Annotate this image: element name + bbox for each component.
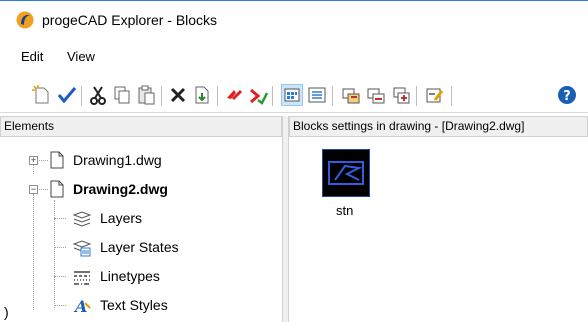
help-icon[interactable]: ? [556,84,578,106]
tree-item-label: Text Styles [100,297,168,313]
cut-icon[interactable] [87,84,109,106]
tree-line [54,276,66,277]
tree-item-drawing2[interactable]: Drawing2.dwg [73,177,168,201]
tree-item-label: Drawing1.dwg [73,152,162,168]
tree-item-label: Layer States [100,239,179,255]
corner-text: ) [4,304,9,320]
insert-icon[interactable] [191,84,213,106]
delete-icon[interactable] [167,84,189,106]
layer-states-icon [72,239,92,260]
title-bar: progeCAD Explorer - Blocks [0,0,588,38]
new-icon[interactable] [30,84,52,106]
copy-icon[interactable] [111,84,133,106]
window-title: progeCAD Explorer - Blocks [42,12,218,28]
svg-text:A: A [73,297,87,315]
tree-item-label: Linetypes [100,268,160,284]
block-export-icon[interactable] [390,84,412,106]
toolbar-separator [451,86,452,106]
elements-panel: Elements + Drawing1.dwg − Drawing2.dwg L… [0,116,283,322]
tree-item-linetypes[interactable]: Linetypes [100,264,160,288]
expand-toggle[interactable]: + [29,156,38,165]
tree-item-label: Layers [100,210,143,226]
undo-icon[interactable] [223,84,245,106]
tree-line [54,200,55,308]
document-icon [50,151,64,172]
document-icon [50,180,64,201]
menu-view[interactable]: View [67,50,95,64]
progecad-logo-icon [16,11,34,29]
blocks-panel: Blocks settings in drawing - [Drawing2.d… [289,116,588,322]
purge-icon[interactable] [247,84,269,106]
block-thumbnail[interactable] [322,149,370,197]
block-props-icon[interactable] [340,84,362,106]
linetypes-icon [72,268,92,289]
tree-line [54,218,66,219]
block-name-label: stn [336,203,354,218]
wblock-icon[interactable] [423,84,445,106]
tree-line [39,160,48,161]
toolbar-separator [332,86,333,106]
tree-item-layers[interactable]: Layers [100,206,142,230]
svg-text:?: ? [563,89,571,104]
toolbar-separator [217,86,218,106]
blocks-header: Blocks settings in drawing - [Drawing2.d… [289,116,588,137]
tree-line [54,305,66,306]
collapse-toggle[interactable]: − [29,185,38,194]
paste-icon[interactable] [135,84,157,106]
tree-item-label: Drawing2.dwg [73,181,168,197]
toolbar-separator [272,86,273,106]
list-view-icon[interactable] [306,84,328,106]
block-attr-icon[interactable] [365,84,387,106]
toolbar-separator [81,86,82,106]
check-icon[interactable] [56,84,78,106]
layers-icon [72,210,92,231]
toolbar: ? [0,76,588,113]
tree-item-layer-states[interactable]: Layer States [100,235,179,259]
toolbar-separator [161,86,162,106]
menu-edit[interactable]: Edit [21,50,43,64]
tree-item-drawing1[interactable]: Drawing1.dwg [73,148,162,172]
tree-line [54,247,66,248]
tree-item-text-styles[interactable]: Text Styles [100,293,168,317]
elements-header: Elements [0,116,282,137]
toolbar-separator [416,86,417,106]
tree-line [39,189,48,190]
large-icons-view-icon[interactable] [281,84,303,106]
menu-bar: Edit View [0,44,588,68]
text-styles-icon: A [72,297,92,318]
tree-line [33,194,34,310]
